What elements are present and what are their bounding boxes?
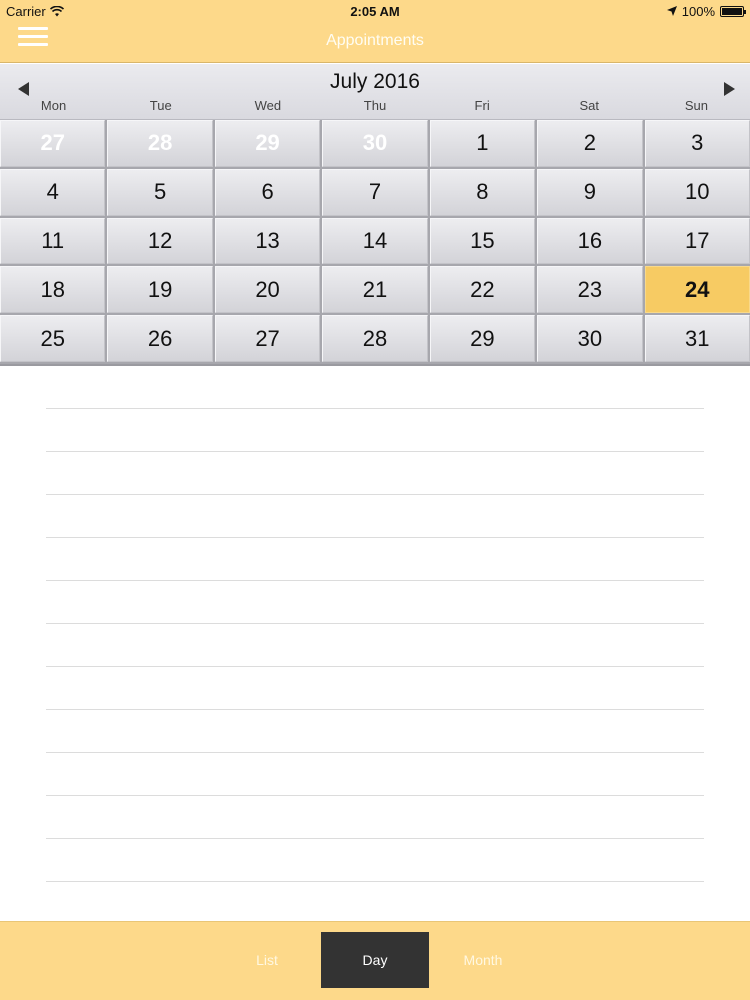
schedule-row-divider bbox=[46, 451, 704, 452]
schedule-row-divider bbox=[46, 709, 704, 710]
weekday-label: Mon bbox=[40, 98, 67, 113]
calendar-day[interactable]: 23 bbox=[537, 266, 643, 314]
schedule-row-divider bbox=[46, 408, 704, 409]
calendar-day[interactable]: 2 bbox=[537, 120, 643, 167]
weekday-row: Mon Tue Wed Thu Fri Sat Sun bbox=[0, 98, 750, 113]
calendar-day[interactable]: 28 bbox=[322, 315, 428, 362]
calendar-day-selected[interactable]: 24 bbox=[644, 266, 750, 314]
calendar-day[interactable]: 20 bbox=[214, 266, 321, 314]
calendar-day[interactable]: 18 bbox=[0, 266, 106, 314]
calendar-day[interactable]: 16 bbox=[537, 217, 643, 265]
top-bar: Carrier 2:05 AM 100% Appointments bbox=[0, 0, 750, 63]
weekday-label: Wed bbox=[254, 98, 282, 113]
tab-month[interactable]: Month bbox=[429, 932, 537, 988]
calendar-day[interactable]: 3 bbox=[644, 120, 750, 167]
calendar-day[interactable]: 15 bbox=[429, 217, 536, 265]
calendar-day[interactable]: 13 bbox=[214, 217, 321, 265]
calendar-day[interactable]: 30 bbox=[537, 315, 643, 362]
calendar-day[interactable]: 9 bbox=[537, 168, 643, 216]
battery-percent: 100% bbox=[681, 4, 715, 19]
status-right: 100% bbox=[666, 4, 746, 19]
clock: 2:05 AM bbox=[350, 4, 400, 19]
weekday-label: Fri bbox=[474, 98, 490, 113]
calendar-day[interactable]: 7 bbox=[322, 168, 428, 216]
calendar-day[interactable]: 8 bbox=[429, 168, 536, 216]
tab-list[interactable]: List bbox=[213, 932, 321, 988]
schedule-row-divider bbox=[46, 838, 704, 839]
calendar-header: July 2016 Mon Tue Wed Thu Fri Sat Sun bbox=[0, 64, 750, 120]
status-bar: Carrier 2:05 AM 100% bbox=[0, 0, 750, 22]
calendar-day[interactable]: 29 bbox=[429, 315, 536, 362]
calendar-day[interactable]: 10 bbox=[644, 168, 750, 216]
schedule-row-divider bbox=[46, 494, 704, 495]
calendar-day[interactable]: 26 bbox=[107, 315, 213, 362]
next-month-button[interactable] bbox=[718, 78, 738, 98]
calendar-day[interactable]: 4 bbox=[0, 168, 106, 216]
weekday-label: Thu bbox=[363, 98, 387, 113]
calendar-day[interactable]: 30 bbox=[322, 120, 428, 167]
battery-icon bbox=[720, 6, 746, 17]
calendar-day[interactable]: 12 bbox=[107, 217, 213, 265]
weekday-label: Tue bbox=[149, 98, 172, 113]
schedule-row-divider bbox=[46, 666, 704, 667]
calendar-day[interactable]: 5 bbox=[107, 168, 213, 216]
page-title: Appointments bbox=[326, 32, 424, 49]
schedule-row-divider bbox=[46, 623, 704, 624]
calendar-day[interactable]: 14 bbox=[322, 217, 428, 265]
calendar-day[interactable]: 27 bbox=[214, 315, 321, 362]
tab-bar: List Day Month bbox=[0, 921, 750, 1000]
calendar-grid: 27 28 29 30 1 2 3 4 5 6 7 8 9 10 11 12 13 14 15 16 17 18 19 20 2… bbox=[0, 120, 750, 366]
calendar-day[interactable]: 29 bbox=[214, 120, 321, 167]
schedule-row-divider bbox=[46, 537, 704, 538]
day-schedule-list bbox=[46, 366, 704, 921]
schedule-row-divider bbox=[46, 752, 704, 753]
calendar-day[interactable]: 22 bbox=[429, 266, 536, 314]
location-arrow-icon bbox=[666, 4, 677, 19]
screen: Carrier 2:05 AM 100% Appointments July 2… bbox=[0, 0, 750, 1000]
calendar-day[interactable]: 21 bbox=[322, 266, 428, 314]
calendar-day[interactable]: 19 bbox=[107, 266, 213, 314]
schedule-row-divider bbox=[46, 795, 704, 796]
calendar-day[interactable]: 25 bbox=[0, 315, 106, 362]
weekday-label: Sun bbox=[684, 98, 708, 113]
month-title: July 2016 bbox=[330, 70, 420, 93]
calendar-day[interactable]: 1 bbox=[429, 120, 536, 167]
calendar-day[interactable]: 17 bbox=[644, 217, 750, 265]
calendar-day[interactable]: 27 bbox=[0, 120, 106, 167]
calendar-day[interactable]: 11 bbox=[0, 217, 106, 265]
calendar-day[interactable]: 6 bbox=[214, 168, 321, 216]
calendar-day[interactable]: 28 bbox=[107, 120, 213, 167]
calendar-day[interactable]: 31 bbox=[644, 315, 750, 362]
schedule-row-divider bbox=[46, 580, 704, 581]
weekday-label: Sat bbox=[579, 98, 600, 113]
schedule-row-divider bbox=[46, 881, 704, 882]
tab-day[interactable]: Day bbox=[321, 932, 429, 988]
